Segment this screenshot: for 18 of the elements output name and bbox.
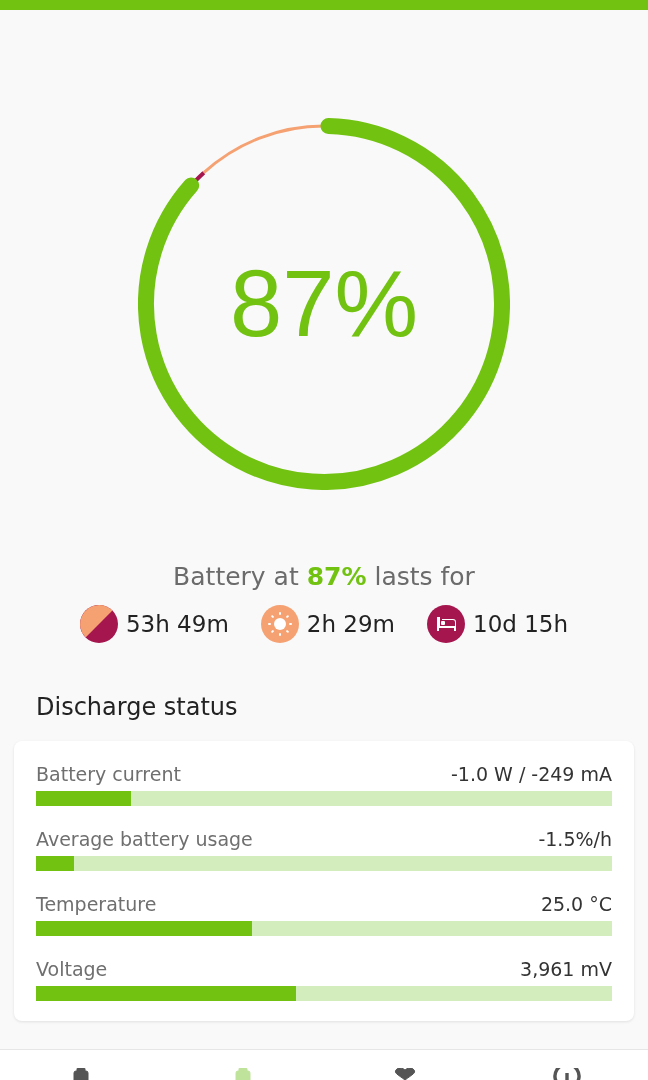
- stat-label: Temperature: [36, 893, 157, 915]
- stat-label: Voltage: [36, 958, 108, 980]
- stat-label: Average battery usage: [36, 828, 253, 850]
- mixed-usage-icon: [79, 605, 118, 643]
- stat-value: 3,961 mV: [520, 958, 612, 980]
- deep-sleep-arc: [192, 171, 206, 184]
- stat-value: -1.0 W / -249 mA: [450, 763, 612, 785]
- estimate-time: 2h 29m: [306, 611, 395, 637]
- battery-summary: Battery at 87% lasts for: [173, 562, 475, 591]
- battery-percentage: 87%: [228, 254, 420, 354]
- stat-value: -1.5%/h: [538, 828, 612, 850]
- section-title: Discharge status: [36, 693, 238, 721]
- estimate-time: 53h 49m: [125, 611, 229, 637]
- stat-label: Battery current: [36, 763, 181, 785]
- sun-icon: [260, 605, 299, 643]
- stat-value: 25.0 °C: [540, 893, 612, 915]
- bed-icon: [427, 605, 465, 643]
- estimate-time: 10d 15h: [473, 611, 569, 637]
